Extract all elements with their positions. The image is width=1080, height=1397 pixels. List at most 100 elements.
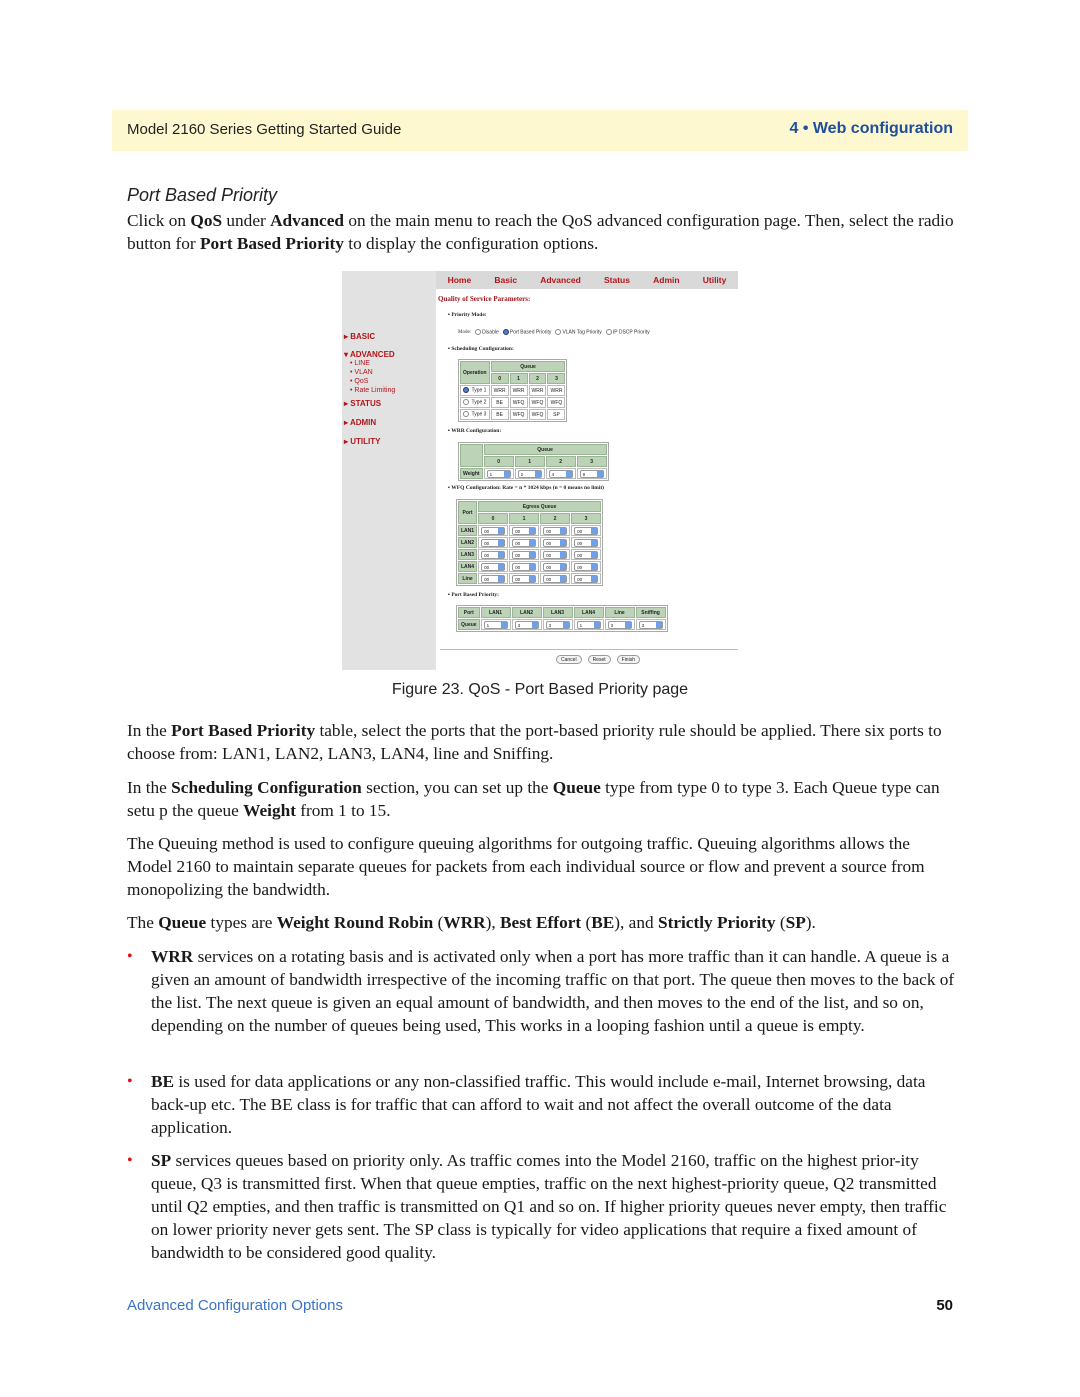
cell: SP — [547, 409, 566, 420]
rate-spinner[interactable]: 00 — [543, 526, 568, 535]
type-1-radio[interactable]: Type 1 — [460, 385, 490, 396]
cancel-button[interactable]: Cancel — [556, 655, 582, 664]
cell: WRR — [528, 385, 547, 396]
table-row: Type 1 WRR WRR WRR WRR — [460, 385, 566, 396]
nav-admin[interactable]: Admin — [653, 275, 679, 285]
mode-vlan-tag[interactable]: VLAN Tag Priority — [555, 329, 602, 335]
nav-status[interactable]: Status — [604, 275, 630, 285]
weight-spinner[interactable]: 2 — [517, 469, 542, 478]
rate-spinner[interactable]: 00 — [543, 574, 568, 583]
mode-port-based[interactable]: Port Based Priority — [502, 329, 551, 335]
rate-spinner[interactable]: 00 — [481, 562, 506, 571]
bullet-icon: • — [127, 1073, 133, 1090]
rate-spinner[interactable]: 00 — [574, 538, 599, 547]
nav-basic[interactable]: Basic — [494, 275, 517, 285]
running-header: Model 2160 Series Getting Started Guide … — [112, 110, 968, 151]
radio-selected-icon[interactable] — [502, 329, 509, 335]
divider — [440, 649, 738, 650]
radio-icon[interactable] — [605, 329, 612, 335]
cell: WFQ — [547, 397, 566, 408]
cell: WFQ — [528, 409, 547, 420]
nav-advanced[interactable]: Advanced — [540, 275, 581, 285]
queue-spinner[interactable]: 1 — [576, 620, 601, 629]
bullet-sp: • SP services queues based on priority o… — [127, 1151, 947, 1262]
queue-spinner[interactable]: 3 — [607, 620, 632, 629]
port-based-priority-table: Port LAN1 LAN2 LAN3 LAN4 Line Sniffing Q… — [456, 605, 668, 632]
rate-spinner[interactable]: 00 — [543, 562, 568, 571]
rate-spinner[interactable]: 00 — [574, 574, 599, 583]
rate-spinner[interactable]: 00 — [512, 538, 537, 547]
nav-home[interactable]: Home — [448, 275, 472, 285]
queue-spinner[interactable]: 3 — [514, 620, 539, 629]
table-row: LAN3 00 00 00 00 — [458, 549, 602, 560]
queue-spinner[interactable]: 3 — [545, 620, 570, 629]
sidebar-item-advanced[interactable]: ▾ ADVANCED — [344, 350, 395, 359]
type-2-radio[interactable]: Type 2 — [460, 397, 490, 408]
bullet-be: • BE is used for data applications or an… — [127, 1072, 926, 1137]
sidebar-item-basic[interactable]: ▸ BASIC — [344, 332, 375, 341]
mode-disable[interactable]: Disable — [475, 329, 499, 335]
pbp-label: ▪ Port Based Priority: — [448, 592, 499, 598]
weight-label: Weight — [460, 468, 483, 479]
sidebar-item-status[interactable]: ▸ STATUS — [344, 399, 381, 408]
rate-spinner[interactable]: 00 — [512, 574, 537, 583]
table-row: Queue 1 3 3 1 3 3 — [458, 619, 666, 630]
sidebar-item-utility[interactable]: ▸ UTILITY — [344, 437, 380, 446]
queue-header: Queue — [490, 361, 566, 372]
rate-spinner[interactable]: 00 — [481, 538, 506, 547]
wrr-table: Queue 0 1 2 3 Weight 1 2 4 8 — [458, 442, 609, 481]
rate-spinner[interactable]: 00 — [574, 562, 599, 571]
rate-spinner[interactable]: 00 — [543, 550, 568, 559]
rate-spinner[interactable]: 00 — [512, 562, 537, 571]
cell: BE — [490, 397, 509, 408]
cell: WFQ — [509, 397, 528, 408]
rate-spinner[interactable]: 00 — [543, 538, 568, 547]
rate-spinner[interactable]: 00 — [481, 574, 506, 583]
radio-icon[interactable] — [463, 399, 470, 406]
weight-spinner[interactable]: 8 — [579, 469, 604, 478]
type-3-radio[interactable]: Type 3 — [460, 409, 490, 420]
shot-sidebar: ▸ BASIC ▾ ADVANCED • LINE • VLAN • QoS •… — [342, 271, 436, 670]
rate-spinner[interactable]: 00 — [481, 550, 506, 559]
port-label: LAN3 — [458, 549, 478, 560]
sidebar-sub-line[interactable]: • LINE — [350, 360, 370, 367]
queue-spinner[interactable]: 1 — [483, 620, 508, 629]
cell: WFQ — [509, 409, 528, 420]
operation-header: Operation — [460, 361, 490, 384]
nav-utility[interactable]: Utility — [703, 275, 727, 285]
sidebar-item-admin[interactable]: ▸ ADMIN — [344, 418, 376, 427]
finish-button[interactable]: Finish — [616, 655, 640, 664]
radio-icon[interactable] — [555, 329, 562, 335]
sidebar-sub-vlan[interactable]: • VLAN — [350, 369, 373, 376]
reset-button[interactable]: Reset — [587, 655, 611, 664]
weight-spinner[interactable]: 1 — [486, 469, 511, 478]
chapter-title: 4 • Web configuration — [789, 120, 953, 137]
rate-spinner[interactable]: 00 — [574, 526, 599, 535]
radio-icon[interactable] — [463, 411, 470, 418]
table-row: Line 00 00 00 00 — [458, 573, 602, 584]
paragraph-port-based: In the Port Based Priority table, select… — [127, 721, 942, 763]
cell: BE — [490, 409, 509, 420]
table-row: LAN4 00 00 00 00 — [458, 561, 602, 572]
queue-col: 3 — [576, 456, 607, 467]
table-row: Weight 1 2 4 8 — [460, 468, 607, 479]
cell: WRR — [547, 385, 566, 396]
weight-spinner[interactable]: 4 — [548, 469, 573, 478]
radio-icon[interactable] — [475, 329, 482, 335]
mode-ip-dscp[interactable]: IP DSCP Priority — [605, 329, 650, 335]
rate-spinner[interactable]: 00 — [481, 526, 506, 535]
radio-selected-icon[interactable] — [463, 387, 470, 394]
queue-col: 0 — [490, 373, 509, 384]
rate-spinner[interactable]: 00 — [574, 550, 599, 559]
port-label: LAN2 — [458, 537, 478, 548]
queue-col: 0 — [483, 456, 514, 467]
queue-spinner[interactable]: 3 — [638, 620, 663, 629]
cell: WRR — [490, 385, 509, 396]
port-col: LAN4 — [573, 607, 604, 618]
bullet-icon: • — [127, 1152, 133, 1169]
sidebar-sub-rate-limiting[interactable]: • Rate Limiting — [350, 387, 395, 394]
rate-spinner[interactable]: 00 — [512, 550, 537, 559]
rate-spinner[interactable]: 00 — [512, 526, 537, 535]
qos-screenshot-figure: ▸ BASIC ▾ ADVANCED • LINE • VLAN • QoS •… — [342, 271, 738, 670]
sidebar-sub-qos[interactable]: • QoS — [350, 378, 368, 385]
